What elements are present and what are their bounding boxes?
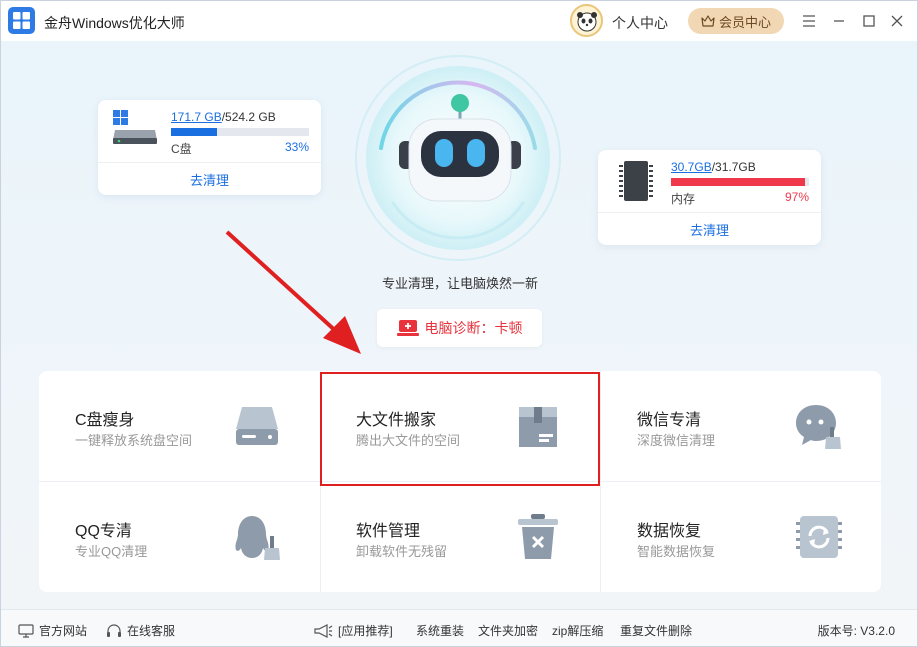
tile-subtitle: 卸载软件无残留 [356, 544, 448, 559]
tile-title: QQ专清 [75, 523, 132, 540]
menu-icon [803, 15, 815, 27]
monitor-icon [18, 623, 34, 638]
diagnosis-button[interactable]: 电脑诊断：卡顿 [377, 309, 542, 347]
title-bar: 金舟Windows优化大师 个人中心 会员中心 [1, 1, 917, 41]
online-service-link[interactable]: 在线客服 [106, 622, 175, 639]
link-zip-extract[interactable]: zip解压缩 [552, 622, 603, 639]
recommend-label: [应用推荐] [338, 624, 393, 638]
tile-data-recovery[interactable]: 数据恢复 智能数据恢复 [601, 482, 881, 592]
minimize-icon [834, 20, 844, 22]
minimize-button[interactable] [829, 11, 849, 31]
panda-avatar-icon [576, 11, 597, 31]
app-title: 金舟Windows优化大师 [44, 15, 185, 31]
disk-drive-icon [236, 407, 278, 445]
disk-usage-bar [171, 128, 309, 136]
red-arrow-annotation [225, 230, 361, 354]
chat-broom-icon [796, 405, 841, 449]
megaphone-icon [314, 623, 333, 638]
highlight-annotation-box [320, 372, 600, 486]
menu-button[interactable] [799, 11, 819, 31]
link-duplicate-delete[interactable]: 重复文件删除 [620, 622, 692, 639]
disk-card: 171.7 GB/524.2 GB C盘 33% 去清理 [98, 100, 321, 195]
tile-wechat-clean[interactable]: 微信专清 深度微信清理 [601, 371, 881, 481]
tile-title: 数据恢复 [637, 523, 702, 540]
headset-icon [107, 623, 121, 637]
memory-card: 30.7GB/31.7GB 内存 97% 去清理 [598, 150, 821, 245]
memory-usage-text: 30.7GB/31.7GB [671, 160, 756, 174]
official-website-label: 官方网站 [39, 624, 88, 638]
disk-total-value: /524.2 GB [221, 110, 276, 124]
tile-c-disk-slim[interactable]: C盘瘦身 一键释放系统盘空间 [39, 371, 319, 481]
close-button[interactable] [887, 11, 907, 31]
tile-title: 软件管理 [356, 523, 421, 540]
disk-name-label: C盘 [171, 142, 192, 156]
trash-icon [518, 514, 558, 559]
close-icon [891, 15, 903, 27]
laptop-alert-icon [396, 320, 419, 336]
card-divider [98, 162, 321, 163]
disk-used-value: 171.7 GB [171, 110, 222, 124]
version-label: 版本号: V3.2.0 [817, 624, 895, 638]
tile-subtitle: 智能数据恢复 [637, 544, 716, 559]
tile-subtitle: 深度微信清理 [637, 433, 716, 448]
recover-icon [796, 516, 842, 558]
user-avatar[interactable] [570, 4, 603, 37]
tile-software-manage[interactable]: 软件管理 卸载软件无残留 [320, 482, 600, 592]
disk-usage-fill [171, 128, 217, 136]
maximize-icon [863, 15, 875, 27]
memory-name-label: 内存 [671, 192, 696, 206]
disk-percent-label: 33% [284, 140, 309, 154]
recommend-apps: [应用推荐] [313, 622, 393, 639]
tile-subtitle: 专业QQ清理 [75, 544, 148, 559]
vip-center-label: 会员中心 [718, 14, 771, 30]
hard-drive-icon [113, 110, 157, 144]
disk-clean-button[interactable]: 去清理 [98, 170, 321, 189]
diagnosis-label: 电脑诊断：卡顿 [424, 320, 523, 336]
app-window: 金舟Windows优化大师 个人中心 会员中心 171.7 GB/524.2 G… [0, 0, 918, 647]
tile-subtitle: 一键释放系统盘空间 [75, 433, 193, 448]
memory-usage-bar [671, 178, 809, 186]
robot-mascot [355, 55, 561, 261]
link-folder-encrypt[interactable]: 文件夹加密 [478, 622, 538, 639]
crown-icon [701, 15, 715, 27]
tile-title: C盘瘦身 [75, 412, 135, 429]
card-divider [598, 212, 821, 213]
memory-clean-button[interactable]: 去清理 [598, 220, 821, 239]
tile-qq-clean[interactable]: QQ专清 专业QQ清理 [39, 482, 319, 592]
personal-center-link[interactable]: 个人中心 [612, 13, 668, 33]
vip-center-button[interactable]: 会员中心 [688, 8, 784, 34]
memory-total-value: /31.7GB [711, 160, 756, 174]
online-service-label: 在线客服 [127, 624, 176, 638]
tile-title: 微信专清 [637, 412, 702, 429]
footer-bar: 官方网站 在线客服 [应用推荐] 系统重装 文件夹加密 zip解压缩 重复文件删… [1, 609, 917, 646]
link-system-reinstall[interactable]: 系统重装 [416, 622, 464, 639]
official-website-link[interactable]: 官方网站 [18, 622, 87, 639]
memory-percent-label: 97% [784, 190, 809, 204]
memory-chip-icon [619, 161, 653, 201]
disk-usage-text: 171.7 GB/524.2 GB [171, 110, 276, 124]
maximize-button[interactable] [859, 11, 879, 31]
memory-usage-fill [671, 178, 805, 186]
qq-broom-icon [235, 516, 280, 560]
app-logo-icon [8, 7, 35, 34]
memory-used-value: 30.7GB [671, 160, 712, 174]
